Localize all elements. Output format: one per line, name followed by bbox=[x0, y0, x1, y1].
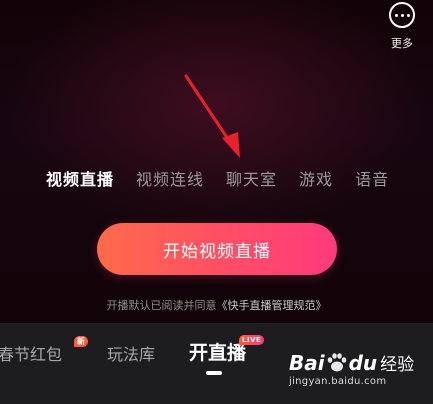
nav-item-spring-red-packet[interactable]: 春节红包 bbox=[0, 341, 62, 365]
red-annotation-arrow-icon bbox=[184, 74, 240, 158]
agreement-text: 开播默认已阅读并同意《快手直播管理规范》 bbox=[0, 297, 433, 313]
nav-item-gameplay-library[interactable]: 玩法库 bbox=[107, 341, 155, 365]
watermark-url: jingyan.baidu.com bbox=[289, 376, 387, 387]
more-dots-icon bbox=[389, 2, 415, 28]
baidu-jingyan-watermark: Bai du 经验 jingyan.baidu.com bbox=[289, 350, 419, 400]
watermark-brand-left: Bai bbox=[289, 350, 325, 375]
new-badge: 新 bbox=[74, 336, 88, 347]
tab-game[interactable]: 游戏 bbox=[299, 166, 333, 190]
more-label: 更多 bbox=[391, 37, 413, 50]
tab-chat-room[interactable]: 聊天室 bbox=[226, 166, 277, 190]
nav-item-go-live[interactable]: 开直播 bbox=[189, 338, 246, 365]
agreement-prefix: 开播默认已阅读并同意 bbox=[106, 299, 217, 312]
tab-video-live[interactable]: 视频直播 bbox=[46, 166, 114, 190]
baidu-paw-icon bbox=[327, 352, 346, 371]
start-video-live-button[interactable]: 开始视频直播 bbox=[97, 223, 337, 275]
watermark-suffix: 经验 bbox=[380, 355, 415, 375]
watermark-brand-right: du bbox=[348, 350, 378, 375]
live-mode-tabs: 视频直播 视频连线 聊天室 游戏 语音 bbox=[46, 166, 389, 190]
live-setup-background: 更多 视频直播 视频连线 聊天室 游戏 语音 开始视频直播 开播默认已阅读并同意… bbox=[0, 0, 433, 323]
active-tab-indicator bbox=[206, 371, 222, 375]
live-badge: LIVE bbox=[239, 335, 265, 345]
agreement-link[interactable]: 《快手直播管理规范》 bbox=[217, 299, 327, 312]
more-button[interactable]: 更多 bbox=[385, 2, 419, 54]
tab-video-connect[interactable]: 视频连线 bbox=[136, 166, 204, 190]
tab-voice[interactable]: 语音 bbox=[355, 166, 389, 190]
